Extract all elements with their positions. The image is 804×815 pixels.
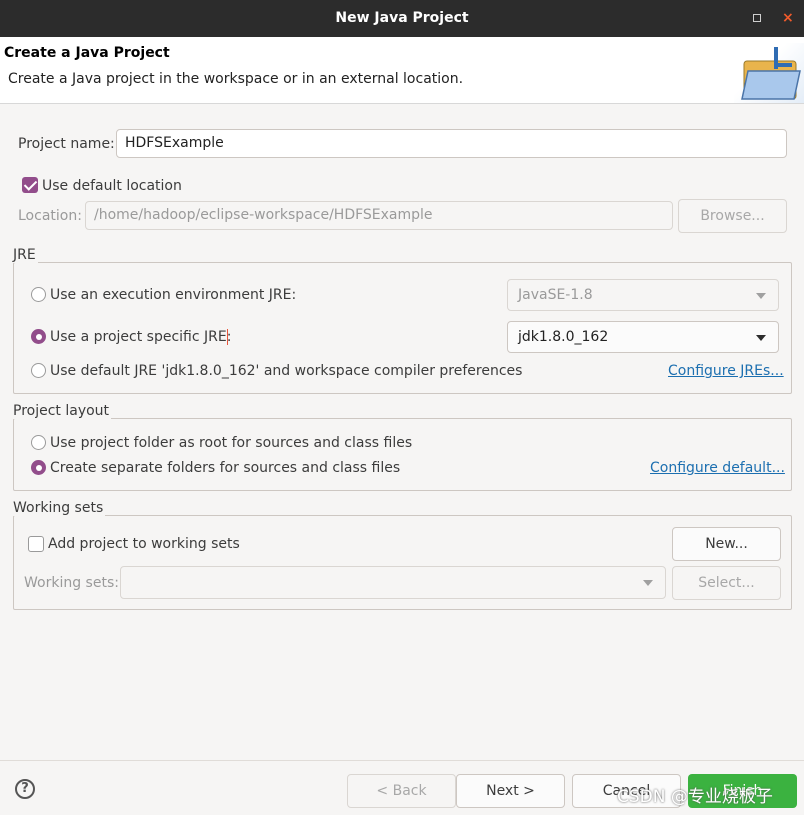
project-layout-group-title: Project layout [13, 403, 112, 419]
project-layout-group [13, 418, 792, 491]
configure-jres-link[interactable]: Configure JREs... [668, 363, 784, 379]
page-title: Create a Java Project [4, 45, 170, 61]
watermark-text: CSDN @专业烧板子 [617, 787, 773, 807]
project-name-label: Project name: [18, 136, 115, 152]
layout-separate-folders-radio[interactable] [31, 460, 46, 475]
chevron-down-icon [756, 335, 766, 341]
browse-button[interactable]: Browse... [678, 199, 787, 233]
configure-default-link[interactable]: Configure default... [650, 460, 785, 476]
layout-project-root-label: Use project folder as root for sources a… [50, 435, 413, 451]
add-to-working-sets-checkbox[interactable] [28, 536, 44, 552]
layout-project-root-radio[interactable] [31, 435, 46, 450]
add-to-working-sets-label: Add project to working sets [48, 536, 240, 552]
close-icon[interactable]: × [782, 11, 794, 25]
jre-execution-env-radio[interactable] [31, 287, 46, 302]
location-label: Location: [18, 208, 82, 224]
back-button[interactable]: < Back [347, 774, 456, 808]
project-name-input[interactable]: HDFSExample [116, 129, 787, 158]
use-default-location-label: Use default location [42, 178, 182, 194]
chevron-down-icon [643, 580, 653, 586]
working-sets-label: Working sets: [24, 575, 119, 591]
use-default-location-checkbox[interactable] [22, 177, 38, 193]
location-input[interactable]: /home/hadoop/eclipse-workspace/HDFSExamp… [85, 201, 673, 230]
text-cursor [227, 329, 228, 345]
working-sets-group-title: Working sets [13, 500, 106, 516]
jre-default-label: Use default JRE 'jdk1.8.0_162' and works… [50, 363, 523, 379]
jre-default-radio[interactable] [31, 363, 46, 378]
project-jre-combo[interactable]: jdk1.8.0_162 [507, 321, 779, 353]
new-working-set-button[interactable]: New... [672, 527, 781, 561]
jre-project-specific-label: Use a project specific JRE: [50, 329, 232, 345]
execution-env-combo[interactable]: JavaSE-1.8 [507, 279, 779, 311]
title-bar: New Java Project × [0, 0, 804, 37]
wizard-header: Create a Java Project Create a Java proj… [0, 37, 804, 104]
window-title: New Java Project [335, 10, 469, 26]
working-sets-combo[interactable] [120, 566, 666, 599]
jre-group-title: JRE [13, 247, 38, 263]
jre-project-specific-radio[interactable] [31, 329, 46, 344]
maximize-icon[interactable] [753, 14, 761, 22]
help-icon[interactable]: ? [15, 779, 35, 799]
project-jre-value: jdk1.8.0_162 [518, 329, 609, 345]
next-button[interactable]: Next > [456, 774, 565, 808]
select-working-sets-button[interactable]: Select... [672, 566, 781, 600]
execution-env-value: JavaSE-1.8 [518, 287, 593, 303]
new-folder-wizard-icon [734, 43, 804, 103]
jre-execution-env-label: Use an execution environment JRE: [50, 287, 297, 303]
page-description: Create a Java project in the workspace o… [8, 71, 464, 87]
layout-separate-folders-label: Create separate folders for sources and … [50, 460, 401, 476]
chevron-down-icon [756, 293, 766, 299]
